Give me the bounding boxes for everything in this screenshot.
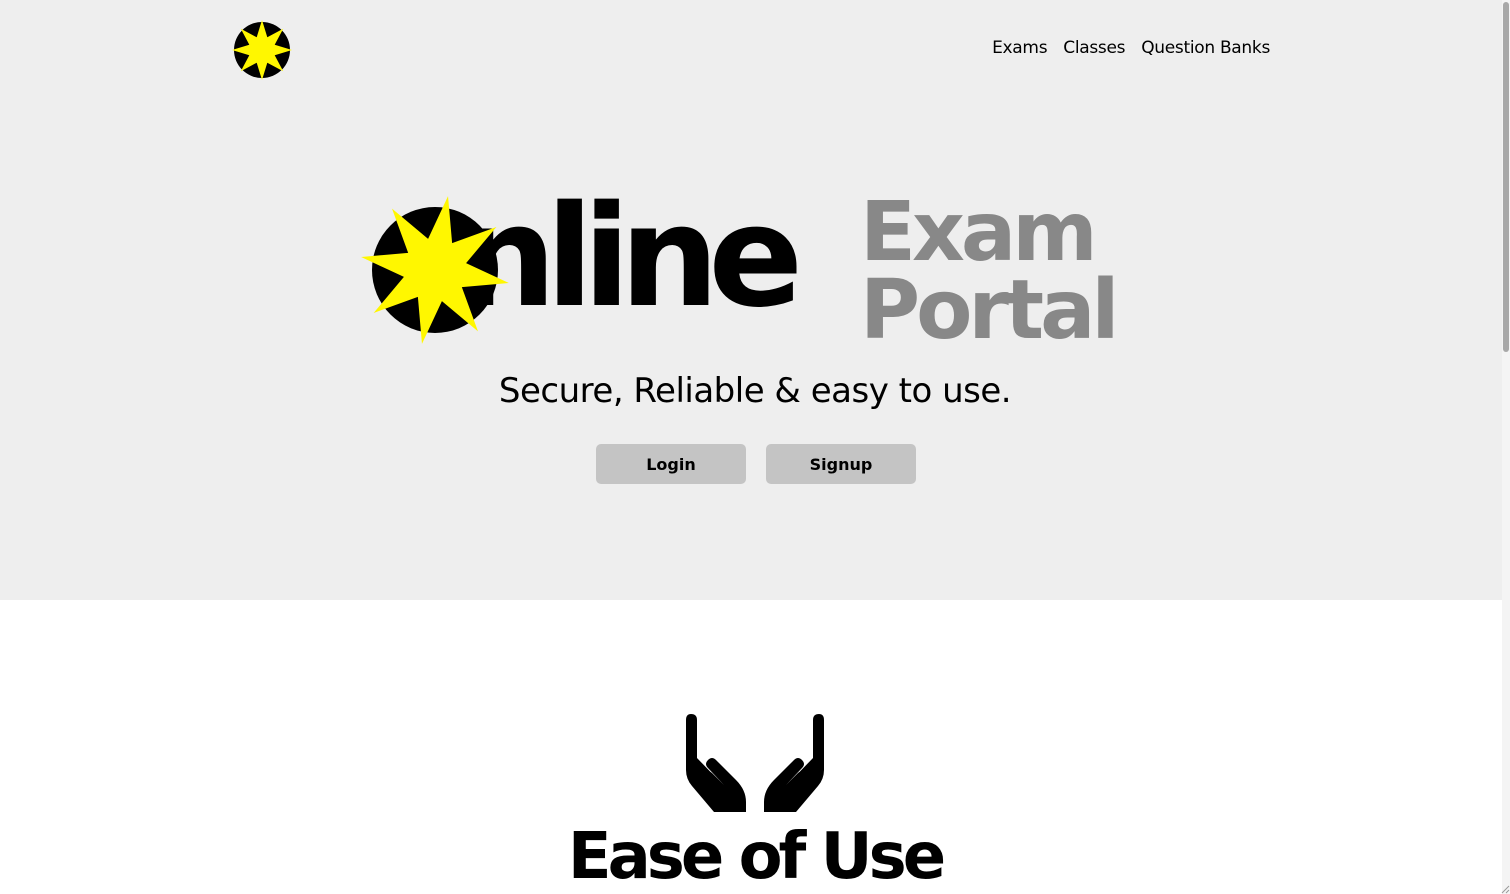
- nav-question-banks-link[interactable]: Question Banks: [1141, 38, 1270, 58]
- nav-classes-link[interactable]: Classes: [1063, 38, 1125, 58]
- brand-star-o-icon: [361, 196, 509, 344]
- resize-grip-icon[interactable]: [1500, 884, 1510, 894]
- hero-section: Exams Classes Question Banks nline Exam …: [0, 0, 1502, 600]
- brand-logo: nline Exam Portal: [355, 185, 1155, 360]
- open-hands-icon: [686, 714, 824, 812]
- feature-title: Ease of Use: [567, 820, 946, 894]
- scrollbar-thumb[interactable]: [1503, 2, 1509, 352]
- vertical-scrollbar[interactable]: [1502, 0, 1510, 894]
- brand-exam-text: Exam: [860, 185, 1098, 280]
- signup-button[interactable]: Signup: [766, 444, 916, 484]
- login-button[interactable]: Login: [596, 444, 746, 484]
- main-nav: Exams Classes Question Banks: [992, 38, 1270, 58]
- brand-portal-text: Portal: [860, 263, 1120, 358]
- page: Exams Classes Question Banks nline Exam …: [0, 0, 1510, 894]
- site-logo-icon[interactable]: [229, 17, 295, 83]
- tagline: Secure, Reliable & easy to use.: [498, 371, 1012, 411]
- nav-exams-link[interactable]: Exams: [992, 38, 1047, 58]
